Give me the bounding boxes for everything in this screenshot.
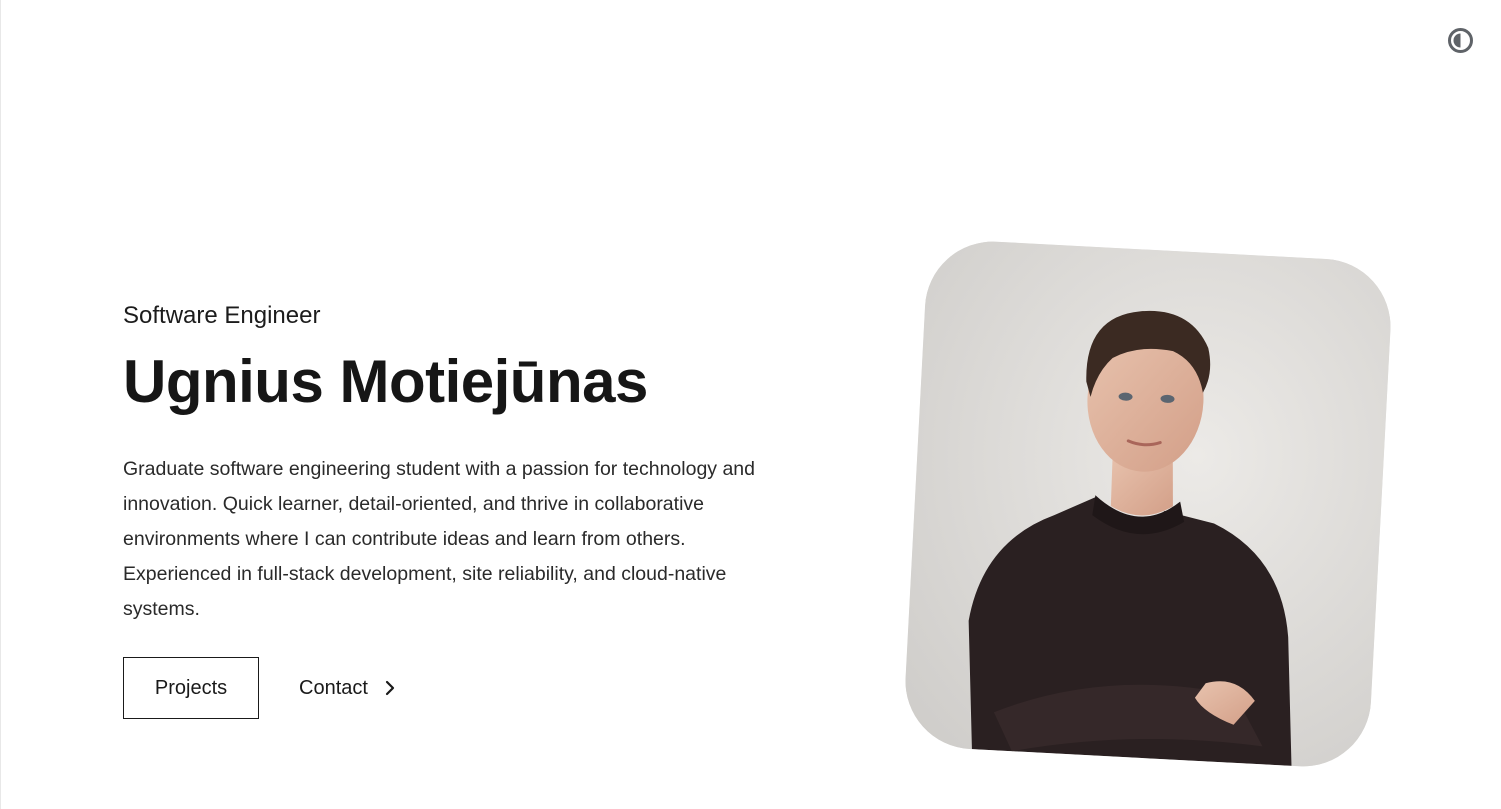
portrait-image xyxy=(902,238,1394,770)
portrait-illustration xyxy=(902,238,1394,770)
page: Software Engineer Ugnius Motiejūnas Grad… xyxy=(0,0,1501,809)
projects-button-label: Projects xyxy=(154,676,228,699)
chevron-right-icon xyxy=(384,680,396,696)
hero-actions: Projects Contact xyxy=(123,657,783,719)
contact-link-label: Contact xyxy=(299,676,368,699)
theme-toggle-button[interactable] xyxy=(1447,27,1474,54)
contact-link[interactable]: Contact xyxy=(299,657,396,719)
hero-intro: Software Engineer Ugnius Motiejūnas Grad… xyxy=(123,300,783,719)
person-name: Ugnius Motiejūnas xyxy=(123,348,648,415)
job-title: Software Engineer xyxy=(123,302,321,329)
projects-button[interactable]: Projects xyxy=(123,657,259,719)
bio-paragraph: Graduate software engineering student wi… xyxy=(123,458,755,620)
contrast-icon xyxy=(1448,28,1473,53)
